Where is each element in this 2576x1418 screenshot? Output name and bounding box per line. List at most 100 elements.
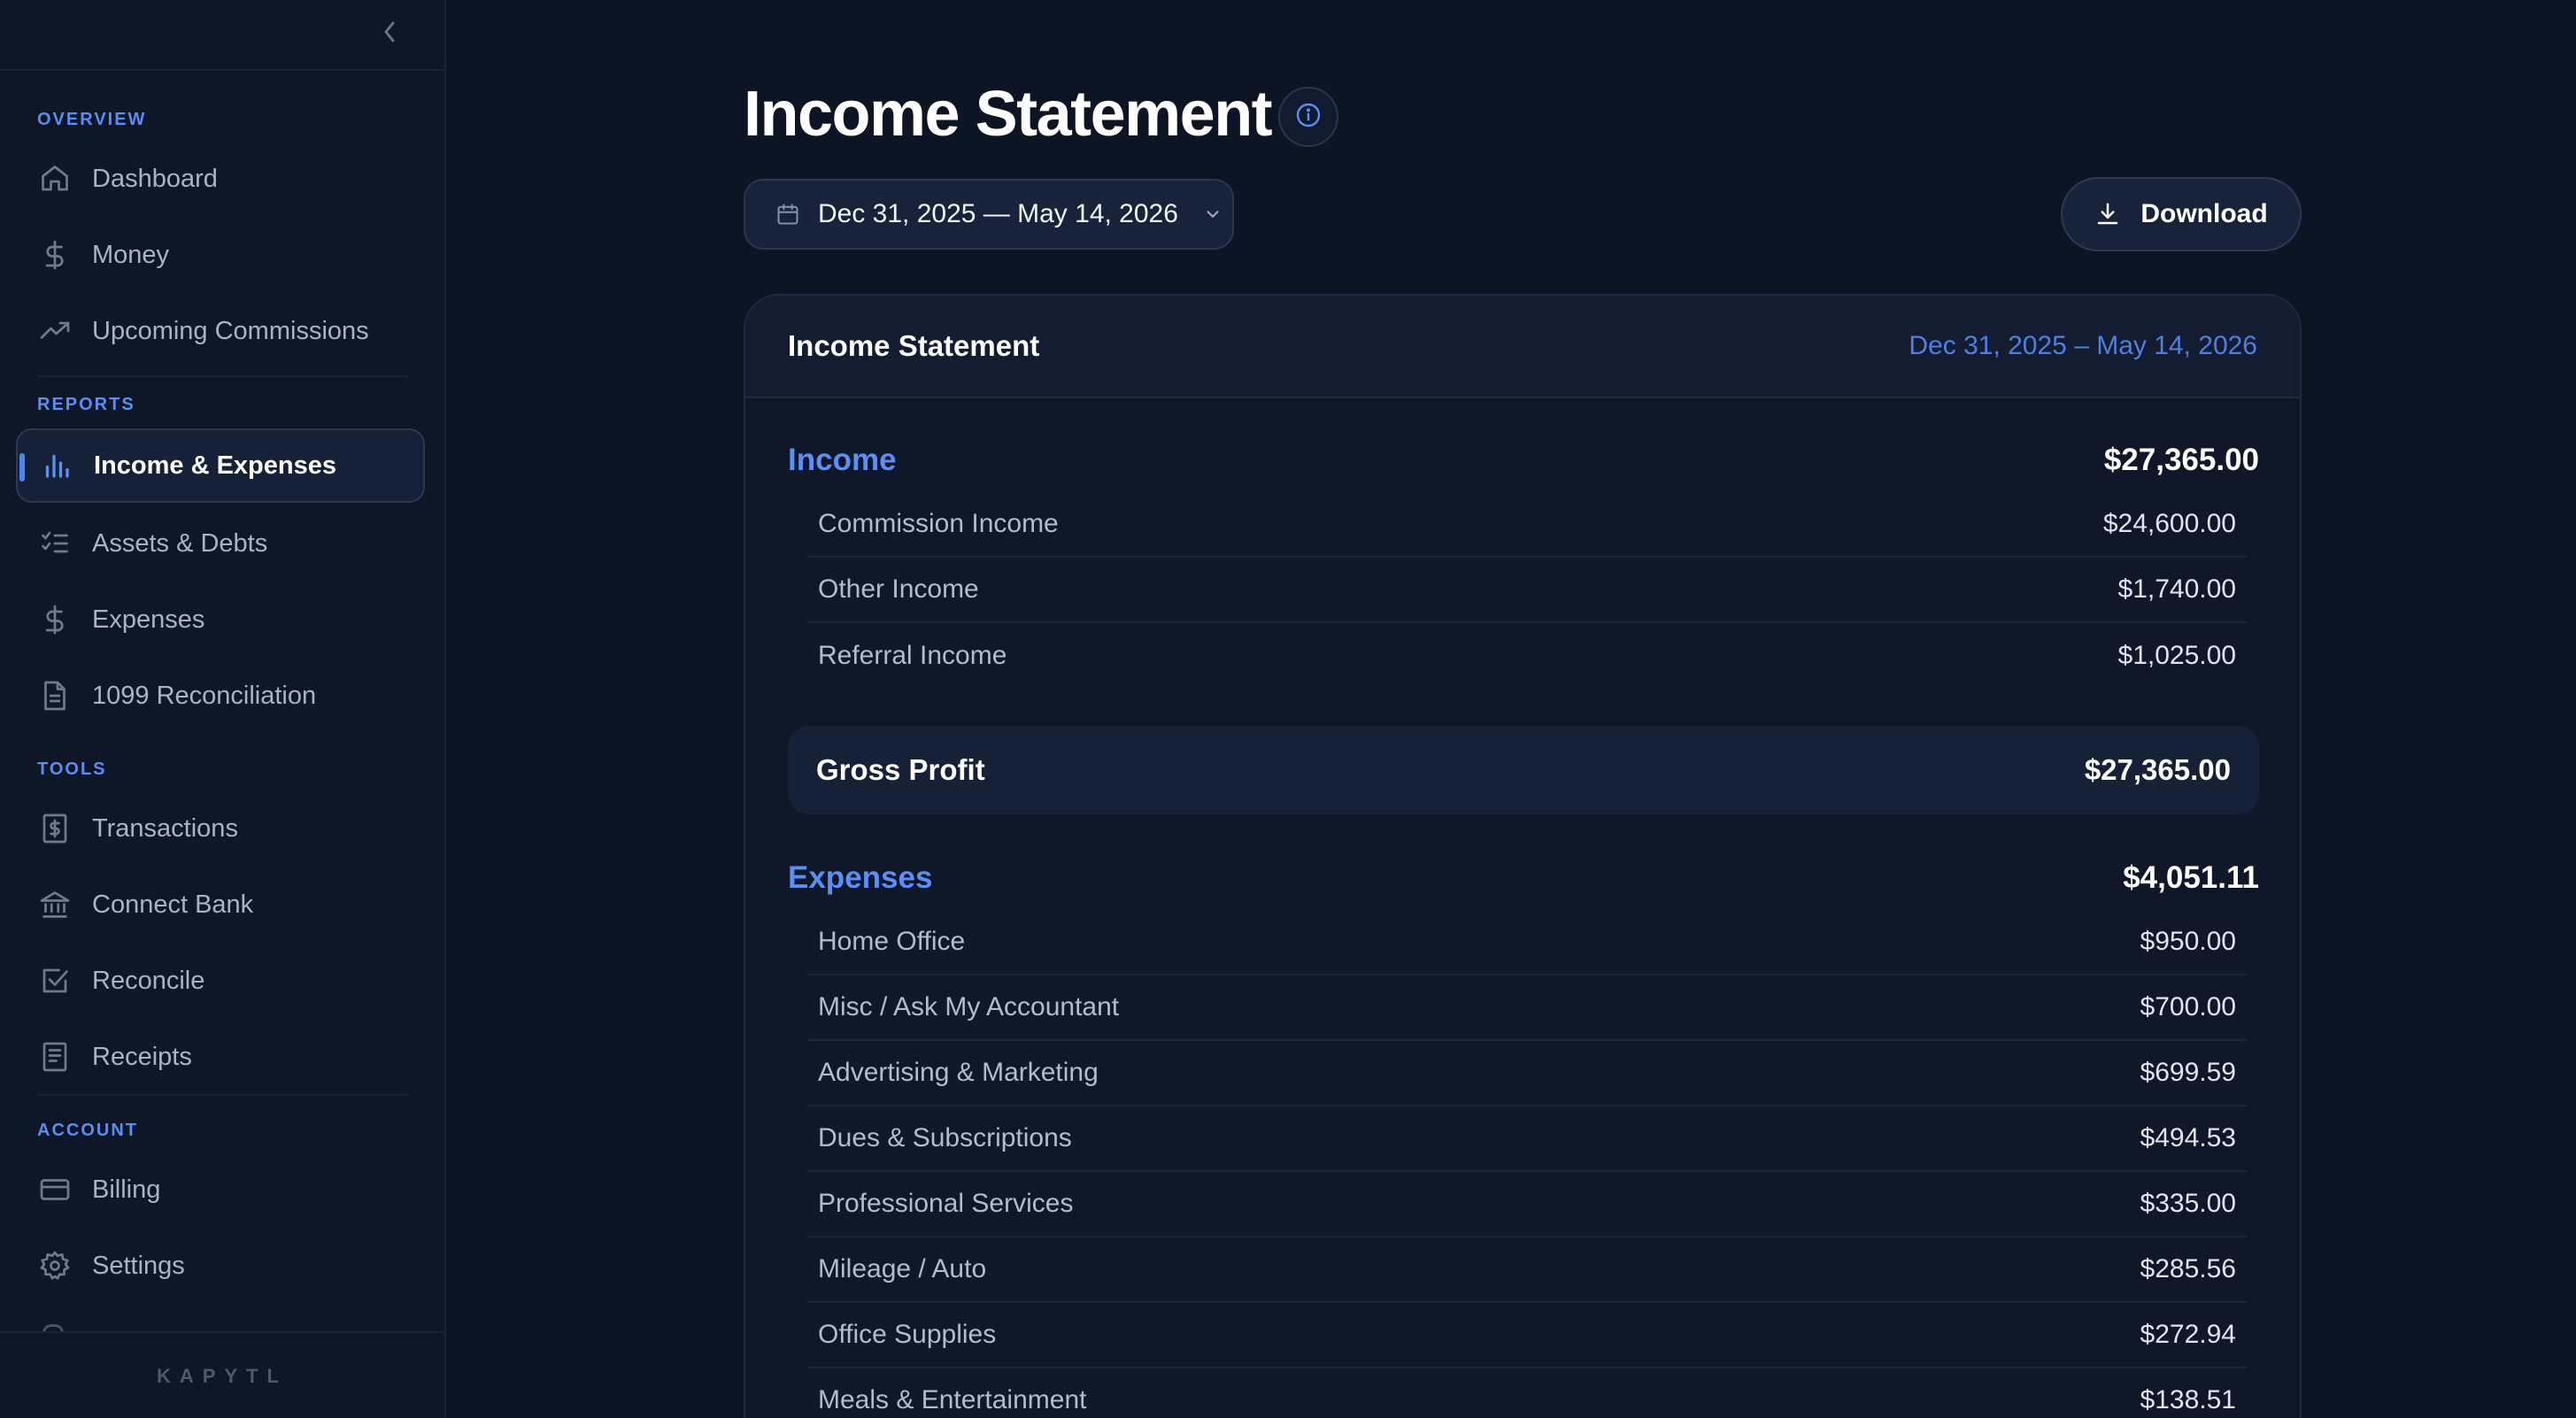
info-button[interactable] — [1278, 87, 1338, 147]
row-amount: $272.94 — [2140, 1320, 2236, 1349]
income-total: $27,365.00 — [2103, 443, 2259, 477]
sidebar-item-label: Money — [92, 240, 170, 269]
trending-up-icon — [37, 313, 73, 349]
sidebar-item-assets-debts[interactable]: Assets & Debts — [16, 506, 425, 581]
row-name: Advertising & Marketing — [818, 1058, 1099, 1087]
sidebar-item-reconcile[interactable]: Reconcile — [16, 944, 425, 1018]
section-label-tools: TOOLS — [37, 759, 107, 779]
gross-profit-row: Gross Profit $27,365.00 — [788, 726, 2259, 814]
download-button[interactable]: Download — [2061, 177, 2302, 251]
sidebar-item-connect-bank[interactable]: Connect Bank — [16, 867, 425, 942]
calendar-icon — [775, 202, 800, 227]
sidebar-item-money[interactable]: Money — [16, 218, 425, 292]
dollar-icon — [37, 237, 73, 273]
date-range-picker[interactable]: Dec 31, 2025 — May 14, 2026 — [744, 179, 1234, 250]
bank-icon — [37, 887, 73, 922]
page-title: Income Statement — [744, 79, 1273, 150]
card-header: Income Statement Dec 31, 2025 – May 14, … — [745, 296, 2300, 398]
income-section-header: Income $27,365.00 — [788, 443, 2259, 478]
expenses-label: Expenses — [788, 860, 933, 895]
sidebar-item-label: Billing — [92, 1175, 161, 1204]
income-label: Income — [788, 443, 897, 477]
sidebar-item-label: Transactions — [92, 813, 238, 843]
sidebar-divider — [37, 375, 409, 377]
sidebar-item-label: Receipts — [92, 1042, 192, 1071]
receipt-dollar-icon — [37, 811, 73, 846]
row-name: Misc / Ask My Accountant — [818, 992, 1120, 1021]
check-square-icon — [37, 963, 73, 998]
table-row: Advertising & Marketing $699.59 — [807, 1041, 2247, 1106]
chevron-down-icon — [1203, 204, 1222, 224]
row-amount: $1,740.00 — [2117, 574, 2236, 604]
table-row: Misc / Ask My Accountant $700.00 — [807, 975, 2247, 1041]
card-title: Income Statement — [788, 329, 1040, 362]
sidebar-item-1099-reconciliation[interactable]: 1099 Reconciliation — [16, 659, 425, 733]
table-row: Mileage / Auto $285.56 — [807, 1237, 2247, 1303]
section-label-overview: OVERVIEW — [37, 110, 147, 129]
bar-chart-icon — [39, 448, 74, 483]
row-amount: $950.00 — [2140, 927, 2236, 956]
row-amount: $494.53 — [2140, 1123, 2236, 1152]
sidebar-item-settings[interactable]: Settings — [16, 1229, 425, 1303]
sidebar-item-label: Settings — [92, 1251, 185, 1280]
gross-profit-label: Gross Profit — [816, 753, 985, 786]
date-range-label: Dec 31, 2025 — May 14, 2026 — [818, 199, 1178, 228]
credit-card-icon — [37, 1172, 73, 1207]
sidebar-item-upcoming-commissions[interactable]: Upcoming Commissions — [16, 294, 425, 368]
section-label-account: ACCOUNT — [37, 1121, 138, 1140]
download-label: Download — [2140, 199, 2268, 228]
sidebar-item-label: Expenses — [92, 605, 205, 634]
table-row: Professional Services $335.00 — [807, 1172, 2247, 1237]
row-name: Office Supplies — [818, 1320, 997, 1349]
sidebar: OVERVIEW Dashboard Money Upcoming Commis… — [0, 0, 446, 1418]
gear-icon — [37, 1248, 73, 1283]
row-name: Commission Income — [818, 509, 1059, 538]
sidebar-item-label: Upcoming Commissions — [92, 316, 369, 345]
row-amount: $700.00 — [2140, 992, 2236, 1021]
sidebar-item-label: Assets & Debts — [92, 528, 268, 558]
table-row: Home Office $950.00 — [807, 910, 2247, 975]
sidebar-item-expenses[interactable]: Expenses — [16, 582, 425, 657]
sidebar-item-label: 1099 Reconciliation — [92, 681, 317, 710]
row-name: Professional Services — [818, 1189, 1074, 1218]
card-date-range: Dec 31, 2025 – May 14, 2026 — [1909, 331, 2257, 360]
sidebar-item-label: Income & Expenses — [94, 451, 336, 480]
table-row: Other Income $1,740.00 — [807, 558, 2247, 623]
sidebar-item-income-expenses[interactable]: Income & Expenses — [16, 428, 425, 503]
row-name: Home Office — [818, 927, 966, 956]
table-row: Referral Income $1,025.00 — [807, 623, 2247, 689]
row-name: Referral Income — [818, 641, 1007, 670]
row-name: Dues & Subscriptions — [818, 1123, 1072, 1152]
row-amount: $699.59 — [2140, 1058, 2236, 1087]
expenses-total: $4,051.11 — [2123, 860, 2259, 895]
sidebar-item-label: Dashboard — [92, 164, 218, 193]
sidebar-item-transactions[interactable]: Transactions — [16, 791, 425, 866]
home-icon — [37, 161, 73, 197]
sidebar-item-billing[interactable]: Billing — [16, 1152, 425, 1227]
dollar-icon — [37, 602, 73, 637]
chevron-left-icon — [382, 19, 397, 49]
checklist-icon — [37, 526, 73, 561]
table-row: Office Supplies $272.94 — [807, 1303, 2247, 1368]
download-icon — [2094, 201, 2121, 227]
collapse-sidebar-button[interactable] — [375, 19, 404, 48]
row-amount: $138.51 — [2140, 1385, 2236, 1414]
row-name: Meals & Entertainment — [818, 1385, 1087, 1414]
sidebar-footer: KAPYTL — [0, 1331, 444, 1418]
row-amount: $1,025.00 — [2117, 641, 2236, 670]
sidebar-item-label: Connect Bank — [92, 890, 254, 919]
row-name: Mileage / Auto — [818, 1254, 987, 1283]
sidebar-item-dashboard[interactable]: Dashboard — [16, 142, 425, 216]
income-statement-card: Income Statement Dec 31, 2025 – May 14, … — [744, 294, 2302, 1418]
sidebar-item-receipts[interactable]: Receipts — [16, 1020, 425, 1094]
table-row: Commission Income $24,600.00 — [807, 492, 2247, 558]
section-label-reports: REPORTS — [37, 395, 135, 414]
table-row: Meals & Entertainment $138.51 — [807, 1368, 2247, 1418]
receipt-icon — [37, 1039, 73, 1075]
expenses-section-header: Expenses $4,051.11 — [788, 860, 2259, 896]
sidebar-header — [0, 0, 444, 71]
sidebar-divider — [37, 1094, 409, 1096]
sidebar-item-label: Reconcile — [92, 966, 205, 995]
row-name: Other Income — [818, 574, 979, 604]
table-row: Dues & Subscriptions $494.53 — [807, 1106, 2247, 1172]
